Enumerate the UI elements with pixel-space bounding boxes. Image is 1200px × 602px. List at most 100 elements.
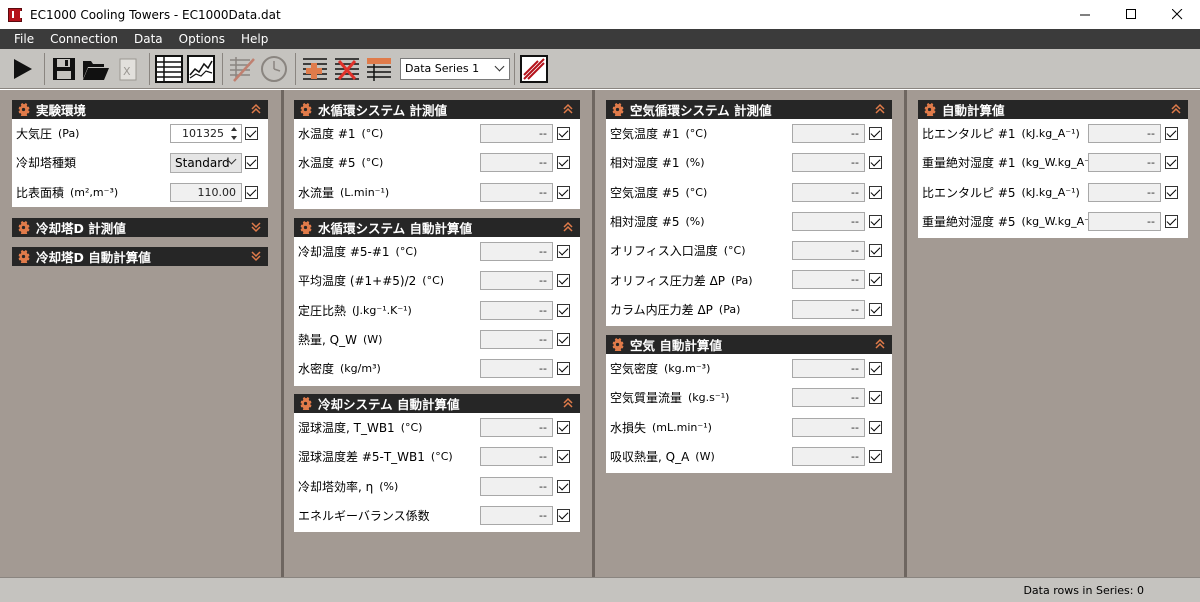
value-field[interactable]: -- — [480, 182, 553, 202]
panel-header[interactable]: 空気循環システム 計測値 — [606, 100, 892, 119]
value-field[interactable]: -- — [480, 271, 553, 291]
value-field[interactable]: -- — [1088, 211, 1161, 231]
checkbox[interactable] — [245, 156, 258, 170]
collapse-up-icon[interactable] — [874, 102, 886, 116]
value-field[interactable]: -- — [480, 418, 553, 437]
value-field[interactable]: -- — [480, 300, 553, 320]
checkbox[interactable] — [557, 479, 570, 493]
panel-header[interactable]: 水循環システム 自動計算値 — [294, 218, 580, 237]
menu-connection[interactable]: Connection — [42, 29, 126, 49]
checkbox[interactable] — [557, 274, 570, 288]
value-field[interactable]: -- — [792, 153, 865, 173]
panel-header[interactable]: 自動計算値 — [918, 100, 1188, 119]
edit-table-button[interactable] — [227, 54, 257, 84]
value-field[interactable]: -- — [480, 153, 553, 173]
value-field[interactable]: -- — [480, 505, 553, 525]
menu-help[interactable]: Help — [233, 29, 276, 49]
value-field[interactable]: -- — [792, 270, 865, 290]
checkbox[interactable] — [869, 244, 882, 258]
graph-view-button[interactable] — [186, 54, 216, 84]
collapse-up-icon[interactable] — [562, 396, 574, 410]
value-field[interactable]: -- — [792, 299, 865, 319]
series-properties-button[interactable] — [364, 54, 394, 84]
table-view-button[interactable] — [154, 54, 184, 84]
minimize-button[interactable] — [1062, 0, 1108, 29]
value-field[interactable]: -- — [480, 329, 553, 349]
checkbox[interactable] — [557, 362, 570, 376]
checkbox[interactable] — [557, 245, 570, 258]
panel-header[interactable]: 冷却システム 自動計算値 — [294, 394, 580, 413]
value-field[interactable]: -- — [792, 124, 865, 143]
delete-series-button[interactable] — [332, 54, 362, 84]
panel-header[interactable]: 冷却塔D 計測値 — [12, 218, 268, 237]
collapse-up-icon[interactable] — [250, 102, 262, 116]
save-button[interactable] — [49, 54, 79, 84]
checkbox[interactable] — [869, 302, 882, 316]
collapse-up-icon[interactable] — [874, 337, 886, 351]
param-row: 平均温度 (#1+#5)/2 (°C) -- — [294, 266, 580, 295]
checkbox[interactable] — [557, 450, 570, 464]
value-field[interactable]: -- — [480, 124, 553, 143]
expand-down-icon[interactable] — [250, 220, 262, 234]
checkbox[interactable] — [869, 420, 882, 434]
value-field[interactable]: -- — [792, 417, 865, 437]
maximize-button[interactable] — [1108, 0, 1154, 29]
checkbox[interactable] — [869, 391, 882, 405]
add-series-button[interactable] — [300, 54, 330, 84]
checkbox[interactable] — [869, 127, 882, 140]
timer-button[interactable] — [259, 54, 289, 84]
checkbox[interactable] — [557, 156, 570, 170]
value-field[interactable]: -- — [1088, 153, 1161, 173]
checkbox[interactable] — [1165, 214, 1178, 228]
panel-header[interactable]: 冷却塔D 自動計算値 — [12, 247, 268, 266]
export-excel-button[interactable]: X — [113, 54, 143, 84]
open-button[interactable] — [81, 54, 111, 84]
tower-type-select[interactable]: Standard — [170, 153, 242, 174]
checkbox[interactable] — [1165, 127, 1178, 140]
collapse-up-icon[interactable] — [562, 102, 574, 116]
checkbox[interactable] — [557, 185, 570, 199]
value-field[interactable]: -- — [480, 447, 553, 467]
value-field[interactable]: -- — [792, 388, 865, 408]
value-field[interactable]: -- — [792, 359, 865, 378]
checkbox[interactable] — [557, 127, 570, 140]
checkbox[interactable] — [869, 273, 882, 287]
about-button[interactable] — [519, 54, 549, 84]
checkbox[interactable] — [557, 303, 570, 317]
checkbox[interactable] — [245, 127, 258, 140]
value-field[interactable]: -- — [792, 446, 865, 466]
menu-data[interactable]: Data — [126, 29, 171, 49]
checkbox[interactable] — [557, 508, 570, 522]
collapse-up-icon[interactable] — [562, 220, 574, 234]
panel-header[interactable]: 空気 自動計算値 — [606, 335, 892, 354]
value-field[interactable]: -- — [480, 359, 553, 379]
checkbox[interactable] — [245, 185, 258, 199]
value-field[interactable]: -- — [792, 182, 865, 202]
checkbox[interactable] — [557, 332, 570, 346]
panel-header[interactable]: 実験環境 — [12, 100, 268, 119]
checkbox[interactable] — [557, 421, 570, 434]
value-field[interactable]: -- — [480, 242, 553, 261]
checkbox[interactable] — [1165, 185, 1178, 199]
checkbox[interactable] — [869, 214, 882, 228]
spinner-icon[interactable] — [228, 124, 240, 143]
value-field[interactable]: -- — [1088, 124, 1161, 143]
value-field[interactable]: -- — [792, 211, 865, 231]
menu-options[interactable]: Options — [171, 29, 233, 49]
checkbox[interactable] — [869, 449, 882, 463]
run-button[interactable] — [8, 54, 38, 84]
panel-header[interactable]: 水循環システム 計測値 — [294, 100, 580, 119]
value-field[interactable]: -- — [792, 241, 865, 261]
value-field[interactable]: -- — [1088, 182, 1161, 202]
menu-file[interactable]: File — [0, 29, 42, 49]
checkbox[interactable] — [1165, 156, 1178, 170]
surface-area-field[interactable]: 110.00 — [170, 182, 242, 202]
value-field[interactable]: -- — [480, 476, 553, 496]
checkbox[interactable] — [869, 185, 882, 199]
expand-down-icon[interactable] — [250, 249, 262, 263]
checkbox[interactable] — [869, 362, 882, 375]
series-select[interactable]: Data Series 1 — [400, 57, 510, 80]
close-button[interactable] — [1154, 0, 1200, 29]
collapse-up-icon[interactable] — [1170, 102, 1182, 116]
checkbox[interactable] — [869, 156, 882, 170]
